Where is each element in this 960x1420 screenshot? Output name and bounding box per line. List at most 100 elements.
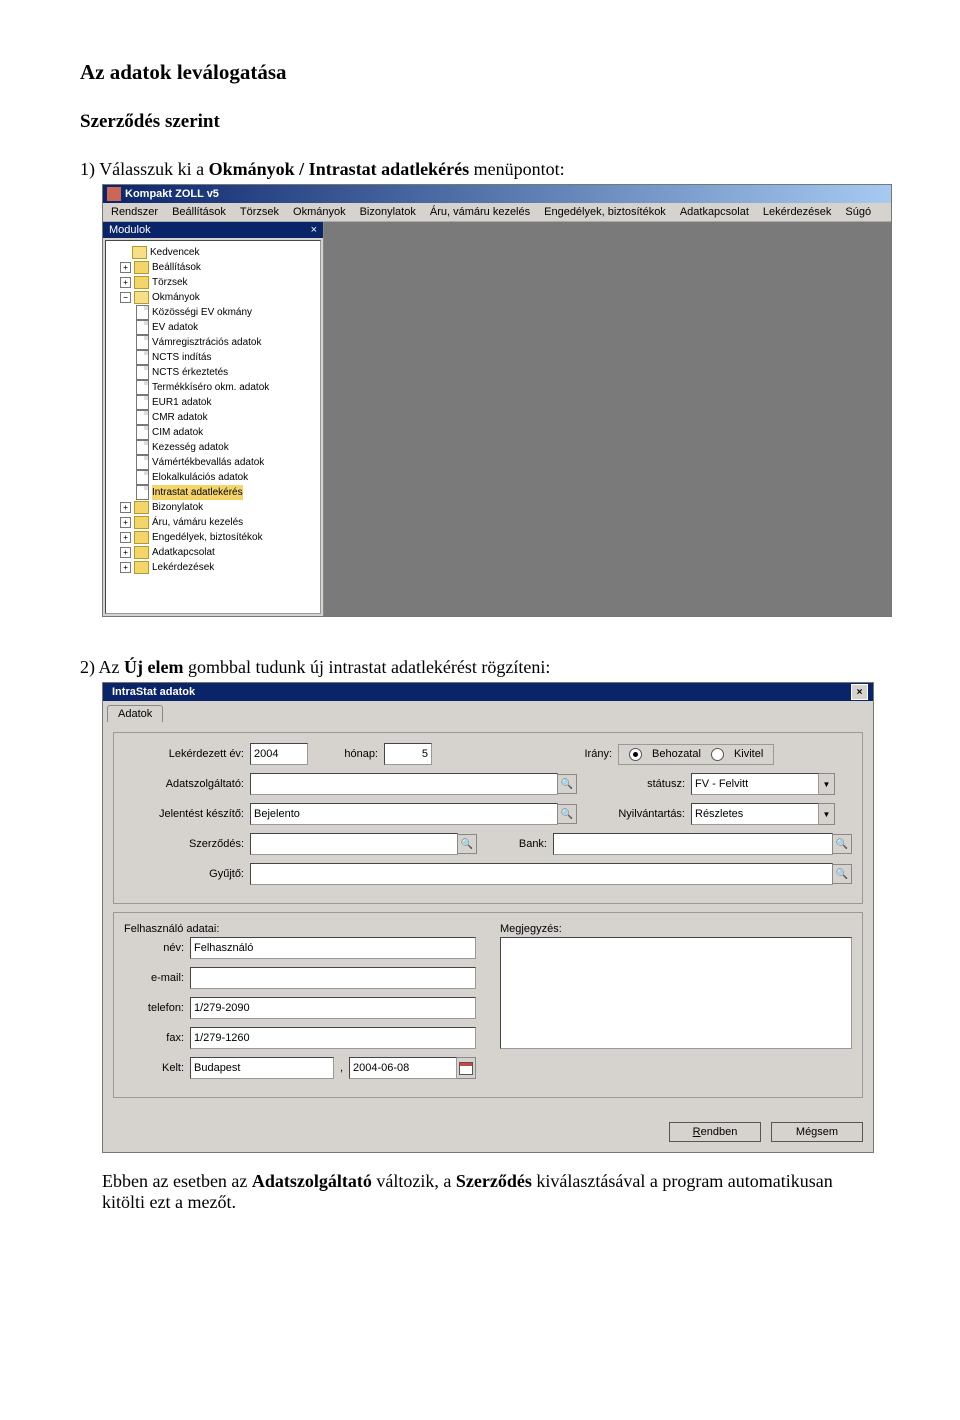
label-year: Lekérdezett év: <box>124 748 250 760</box>
menu-item[interactable]: Törzsek <box>240 206 279 218</box>
tree-item[interactable]: Elokalkulációs adatok <box>108 470 318 485</box>
menu-item[interactable]: Bizonylatok <box>360 206 416 218</box>
phone-input[interactable]: 1/279-2090 <box>190 997 476 1019</box>
label-note: Megjegyzés: <box>500 923 562 935</box>
close-button[interactable]: × <box>851 684 868 700</box>
tree-item[interactable]: CIM adatok <box>108 425 318 440</box>
expand-icon[interactable]: + <box>120 502 131 513</box>
modules-tree[interactable]: Kedvencek + Beállítások + Törzsek − Okmá… <box>105 240 321 614</box>
reporter-input[interactable]: Bejelento <box>250 803 558 825</box>
menu-item[interactable]: Áru, vámáru kezelés <box>430 206 530 218</box>
label-user-section: Felhasználó adatai: <box>124 923 219 935</box>
expand-icon[interactable]: + <box>120 547 131 558</box>
tab-adatok[interactable]: Adatok <box>107 705 163 722</box>
tree-item[interactable]: Kezesség adatok <box>108 440 318 455</box>
lookup-icon[interactable]: 🔍 <box>457 834 477 854</box>
tree-item-bizonylatok[interactable]: + Bizonylatok <box>108 500 318 515</box>
direction-radio-group: Behozatal Kivitel <box>618 744 774 765</box>
panel-title-text: Modulok <box>109 224 151 236</box>
tree-item[interactable]: NCTS indítás <box>108 350 318 365</box>
note-textarea[interactable] <box>500 937 852 1049</box>
expand-icon[interactable]: + <box>120 532 131 543</box>
tree-item[interactable]: NCTS érkeztetés <box>108 365 318 380</box>
status-combo[interactable]: FV - Felvitt ▼ <box>691 773 835 795</box>
tree-item[interactable]: Közösségi EV okmány <box>108 305 318 320</box>
menu-item[interactable]: Beállítások <box>172 206 226 218</box>
tree-item-engedelyek[interactable]: + Engedélyek, biztosítékok <box>108 530 318 545</box>
expand-icon[interactable]: + <box>120 277 131 288</box>
radio-behozatal[interactable] <box>629 748 642 761</box>
folder-open-icon <box>132 246 147 259</box>
folder-icon <box>134 531 149 544</box>
month-input[interactable]: 5 <box>384 743 432 765</box>
expand-icon[interactable]: + <box>120 562 131 573</box>
calendar-button[interactable] <box>457 1057 476 1079</box>
provider-input[interactable] <box>250 773 558 795</box>
expand-icon[interactable]: + <box>120 517 131 528</box>
chevron-down-icon[interactable]: ▼ <box>819 803 835 825</box>
date-input[interactable]: 2004-06-08 <box>349 1057 457 1079</box>
menu-item[interactable]: Engedélyek, biztosítékok <box>544 206 666 218</box>
menu-item[interactable]: Okmányok <box>293 206 346 218</box>
tree-item[interactable]: EV adatok <box>108 320 318 335</box>
folder-open-icon <box>134 291 149 304</box>
label-contract: Szerződés: <box>124 838 250 850</box>
folder-icon <box>134 546 149 559</box>
lookup-icon[interactable]: 🔍 <box>832 834 852 854</box>
tree-item[interactable]: Vámértékbevallás adatok <box>108 455 318 470</box>
menu-item[interactable]: Adatkapcsolat <box>680 206 749 218</box>
label-reporter: Jelentést készítő: <box>124 808 250 820</box>
document-icon <box>136 470 149 485</box>
folder-icon <box>134 561 149 574</box>
document-icon <box>136 365 149 380</box>
label-email: e-mail: <box>124 972 190 984</box>
tree-item-torzsek[interactable]: + Törzsek <box>108 275 318 290</box>
lookup-icon[interactable]: 🔍 <box>557 774 577 794</box>
folder-icon <box>134 501 149 514</box>
app-menubar: Rendszer Beállítások Törzsek Okmányok Bi… <box>103 203 891 222</box>
tree-item[interactable]: CMR adatok <box>108 410 318 425</box>
menu-item[interactable]: Lekérdezések <box>763 206 832 218</box>
tree-item[interactable]: Termékkíséro okm. adatok <box>108 380 318 395</box>
tree-item-okmanyok[interactable]: − Okmányok <box>108 290 318 305</box>
main-fieldset: Lekérdezett év: 2004 hónap: 5 Irány: Beh… <box>113 732 863 904</box>
tree-item-kedvencek[interactable]: Kedvencek <box>108 245 318 260</box>
tree-item-lekerdezesek[interactable]: + Lekérdezések <box>108 560 318 575</box>
label-bank: Bank: <box>487 838 553 850</box>
folder-icon <box>134 261 149 274</box>
ok-button[interactable]: Rendben <box>669 1122 761 1142</box>
fax-input[interactable]: 1/279-1260 <box>190 1027 476 1049</box>
closing-text: Ebben az esetben az Adatszolgáltató vált… <box>80 1171 880 1213</box>
collapse-icon[interactable]: − <box>120 292 131 303</box>
tree-item[interactable]: EUR1 adatok <box>108 395 318 410</box>
tree-item-aru[interactable]: + Áru, vámáru kezelés <box>108 515 318 530</box>
expand-icon[interactable]: + <box>120 262 131 273</box>
name-input[interactable]: Felhasználó <box>190 937 476 959</box>
radio-label-behozatal: Behozatal <box>652 748 701 760</box>
email-input[interactable] <box>190 967 476 989</box>
chevron-down-icon[interactable]: ▼ <box>819 773 835 795</box>
lookup-icon[interactable]: 🔍 <box>832 864 852 884</box>
radio-kivitel[interactable] <box>711 748 724 761</box>
tree-item-intrastat[interactable]: Intrastat adatlekérés <box>108 485 318 500</box>
contract-input[interactable] <box>250 833 458 855</box>
city-input[interactable]: Budapest <box>190 1057 334 1079</box>
step-1-number: 1) <box>80 159 95 179</box>
menu-item[interactable]: Súgó <box>845 206 871 218</box>
registry-combo[interactable]: Részletes ▼ <box>691 803 835 825</box>
tree-item-adatkapcsolat[interactable]: + Adatkapcsolat <box>108 545 318 560</box>
cancel-button[interactable]: Mégsem <box>771 1122 863 1142</box>
label-direction: Irány: <box>522 748 618 760</box>
bank-input[interactable] <box>553 833 833 855</box>
tree-item[interactable]: Vámregisztrációs adatok <box>108 335 318 350</box>
registry-value: Részletes <box>691 803 819 825</box>
collector-input[interactable] <box>250 863 833 885</box>
year-input[interactable]: 2004 <box>250 743 308 765</box>
status-value: FV - Felvitt <box>691 773 819 795</box>
app-title: Kompakt ZOLL v5 <box>125 188 219 200</box>
tree-item-beallitasok[interactable]: + Beállítások <box>108 260 318 275</box>
label-provider: Adatszolgáltató: <box>124 778 250 790</box>
close-icon[interactable]: × <box>311 224 317 236</box>
lookup-icon[interactable]: 🔍 <box>557 804 577 824</box>
menu-item[interactable]: Rendszer <box>111 206 158 218</box>
